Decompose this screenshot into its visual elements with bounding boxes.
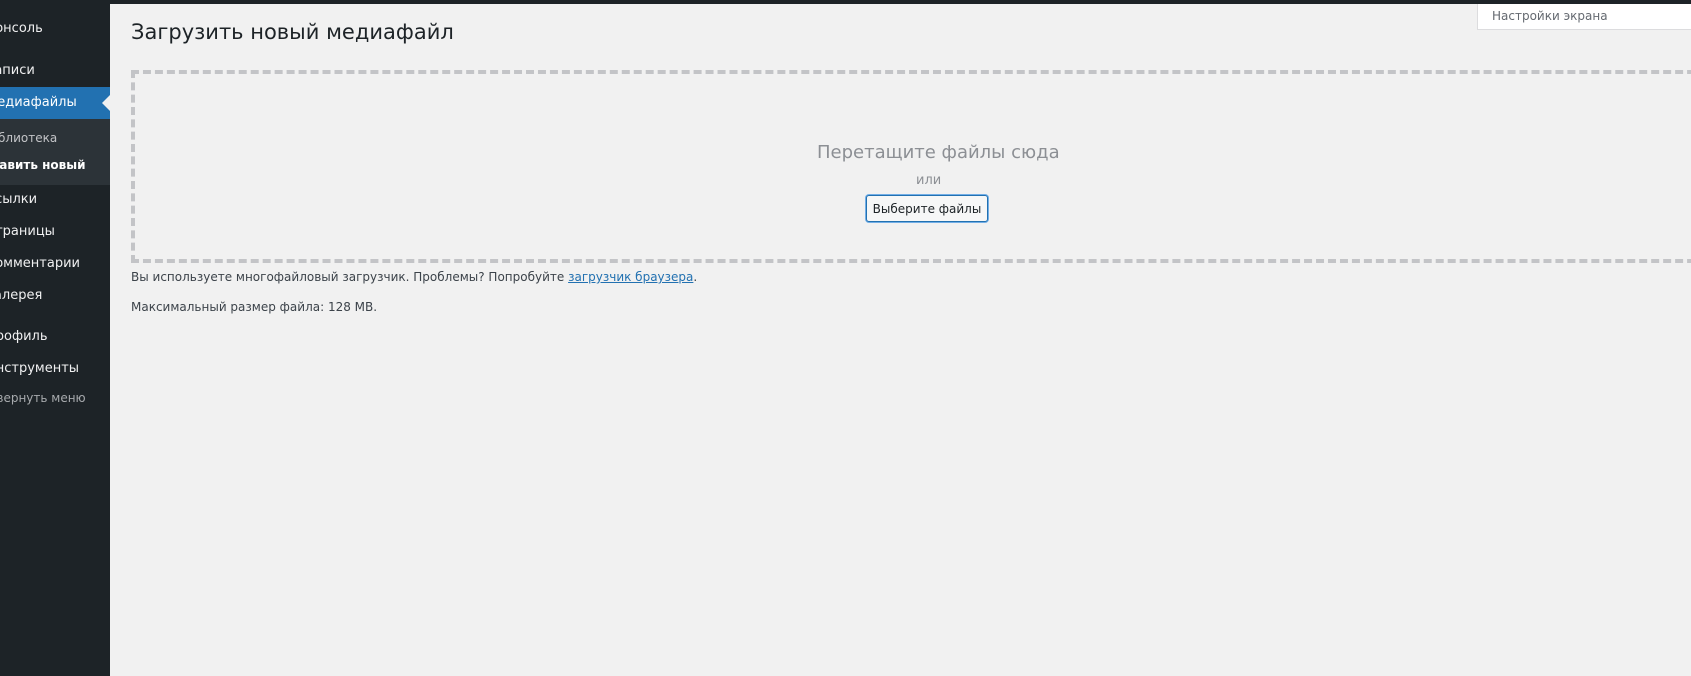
sidebar-item-label: Инструменты [0,361,80,376]
browser-uploader-link[interactable]: загрузчик браузера [568,270,693,284]
page-title: Загрузить новый медиафайл [131,20,454,44]
admin-sidebar: Консоль Записи Медиафайлы Библиотека Доб… [0,4,110,676]
submenu-item-add-new[interactable]: Добавить новый [0,156,86,174]
sidebar-item-tools[interactable]: Инструменты [0,359,110,379]
screen-options-button[interactable]: Настройки экрана [1477,4,1691,30]
sidebar-item-label: Галерея [0,288,43,303]
sidebar-item-label: Страницы [0,224,55,239]
sidebar-item-posts[interactable]: Записи [0,61,110,81]
or-separator: или [916,173,942,188]
sidebar-item-gallery[interactable]: Галерея [0,286,110,306]
uploader-info: Вы используете многофайловый загрузчик. … [131,270,698,284]
upload-drop-zone[interactable] [131,70,1691,263]
sidebar-item-console[interactable]: Консоль [0,19,110,39]
sidebar-item-media[interactable]: Медиафайлы [0,87,110,119]
drop-instructions: Перетащите файлы сюда [817,142,1060,163]
sidebar-item-label: Комментарии [0,256,80,271]
sidebar-item-label: Ссылки [0,192,38,207]
collapse-menu-button[interactable]: Свернуть меню [0,391,86,405]
sidebar-item-profile[interactable]: Профиль [0,327,110,347]
sidebar-item-links[interactable]: Ссылки [0,190,110,210]
select-files-button[interactable]: Выберите файлы [866,195,988,222]
sidebar-item-comments[interactable]: Комментарии [0,254,110,274]
admin-bar [0,0,1691,4]
sidebar-item-label: Консоль [0,21,43,36]
sidebar-item-label: Профиль [0,329,48,344]
submenu-item-library[interactable]: Библиотека [0,129,57,147]
sidebar-item-label: Медиафайлы [0,95,77,110]
max-upload-size: Максимальный размер файла: 128 MB. [131,300,378,314]
media-submenu: Библиотека Добавить новый [0,119,110,185]
sidebar-item-pages[interactable]: Страницы [0,222,110,242]
sidebar-item-label: Записи [0,63,35,78]
